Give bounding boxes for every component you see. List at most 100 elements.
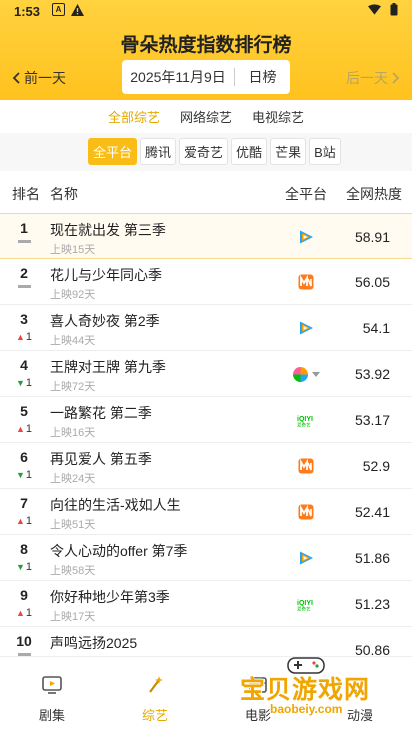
rank-up-arrow-icon: ▲ <box>15 424 25 434</box>
tencent-video-icon <box>300 321 313 335</box>
ranking-list: 1 现在就出发 第三季 上映15天 58.91 2 花儿与少年同心季 上映92天 56.05 3… <box>0 213 412 656</box>
rank-number: 4 <box>20 357 28 373</box>
show-title[interactable]: 王牌对王牌 第九季 <box>50 357 166 377</box>
rank-number: 2 <box>20 265 28 281</box>
tab-drama[interactable]: 剧集 <box>22 673 82 724</box>
rank-up-arrow-icon: ▲ <box>15 332 25 342</box>
rank-change-value: 1 <box>25 331 33 343</box>
platform-logo: iQIYI 爱奇艺 <box>296 595 316 613</box>
table-row[interactable]: 4 ▼ 1 王牌对王牌 第九季 上映72天 53.92 <box>0 351 412 397</box>
table-row[interactable]: 3 ▲ 1 喜人奇妙夜 第2季 上映44天 54.1 <box>0 305 412 351</box>
next-day-button[interactable]: 后一天 <box>346 68 400 88</box>
chevron-right-icon <box>392 72 400 84</box>
platform-chip-iqiyi[interactable]: 爱奇艺 <box>179 138 229 165</box>
rank-number: 7 <box>20 495 28 511</box>
show-title[interactable]: 喜人奇妙夜 第2季 <box>50 311 160 331</box>
rank-change: ▲ 1 <box>0 515 48 527</box>
tab-variety-label: 综艺 <box>141 708 168 723</box>
category-tab-tv[interactable]: 电视综艺 <box>252 107 304 126</box>
table-row[interactable]: 10 声鸣远扬2025 50.86 <box>0 627 412 656</box>
platform-logo: iQIYI 爱奇艺 <box>296 411 316 429</box>
show-title[interactable]: 现在就出发 第三季 <box>50 220 166 240</box>
magic-wand-icon <box>149 676 163 693</box>
days-since-release: 上映16天 <box>50 427 96 439</box>
header-platform[interactable]: 全平台 <box>285 184 327 204</box>
show-title[interactable]: 一路繁花 第二季 <box>50 403 152 423</box>
platform-logo <box>296 503 316 521</box>
category-tabs: 全部综艺 网络综艺 电视综艺 <box>0 100 412 133</box>
heat-score: 54.1 <box>362 320 390 336</box>
table-row[interactable]: 5 ▲ 1 一路繁花 第二季 上映16天 iQIYI 爱奇艺 53.17 <box>0 397 412 443</box>
rank-number: 6 <box>20 449 28 465</box>
table-row[interactable]: 6 ▼ 1 再见爱人 第五季 上映24天 52.9 <box>0 443 412 489</box>
header-heat: 全网热度 <box>346 186 402 202</box>
platform-chip-bilibili[interactable]: B站 <box>309 138 341 165</box>
svg-text:爱奇艺: 爱奇艺 <box>297 422 311 428</box>
date-selector[interactable]: 2025年11月9日 日榜 <box>122 60 290 94</box>
heat-score: 51.23 <box>354 596 390 612</box>
category-tab-all[interactable]: 全部综艺 <box>108 107 160 126</box>
rank-change: ▲ 1 <box>0 331 48 343</box>
page-title: 骨朵热度指数排行榜 <box>120 35 292 56</box>
watermark-url: baobeiy.com <box>270 702 343 716</box>
table-header: 排名 名称 全平台 全网热度 <box>0 171 412 213</box>
rank-change-value: 1 <box>25 561 33 573</box>
header-bar: 1:53 A 骨朵热度指数排行榜 前一天 2025年11月9日 日榜 后一天 <box>0 0 412 100</box>
show-title[interactable]: 向往的生活-戏如人生 <box>50 495 181 515</box>
mango-tv-icon <box>298 504 314 520</box>
platform-chip-all[interactable]: 全平台 <box>88 138 138 165</box>
wifi-icon <box>368 3 381 16</box>
next-day-label: 后一天 <box>346 70 388 86</box>
days-since-release: 上映58天 <box>50 565 96 577</box>
no-change-indicator <box>17 285 31 288</box>
rank-change-value: 1 <box>25 377 33 389</box>
period-value[interactable]: 日榜 <box>235 67 290 87</box>
tab-variety[interactable]: 综艺 <box>125 673 185 724</box>
table-row[interactable]: 1 现在就出发 第三季 上映15天 58.91 <box>0 213 412 259</box>
show-title[interactable]: 再见爱人 第五季 <box>50 449 152 469</box>
rank-up-arrow-icon: ▲ <box>15 516 25 526</box>
rank-number: 10 <box>16 633 32 649</box>
platform-logo <box>296 641 316 656</box>
multi-platform-indicator[interactable] <box>292 366 320 382</box>
show-title[interactable]: 花儿与少年同心季 <box>50 265 162 285</box>
table-row[interactable]: 2 花儿与少年同心季 上映92天 56.05 <box>0 259 412 305</box>
header-name: 名称 <box>50 186 78 202</box>
show-title[interactable]: 你好种地少年第3季 <box>50 587 170 607</box>
heat-score: 52.9 <box>362 458 390 474</box>
status-bar: 1:53 A <box>0 0 412 24</box>
platform-filter-bar: 全平台 腾讯 爱奇艺 优酷 芒果 B站 <box>0 133 412 171</box>
rank-change: ▼ 1 <box>0 377 48 389</box>
show-title[interactable]: 令人心动的offer 第7季 <box>50 541 187 561</box>
previous-day-button[interactable]: 前一天 <box>12 68 66 88</box>
rank-change: ▼ 1 <box>0 561 48 573</box>
expand-triangle-icon <box>311 371 320 377</box>
rank-number: 5 <box>20 403 28 419</box>
tv-icon <box>42 676 62 694</box>
heat-score: 53.92 <box>354 366 390 382</box>
rank-number: 3 <box>20 311 28 327</box>
platform-chip-youku[interactable]: 优酷 <box>231 138 268 165</box>
tab-drama-label: 剧集 <box>38 708 65 723</box>
iqiyi-icon: iQIYI爱奇艺 <box>297 416 313 428</box>
date-value[interactable]: 2025年11月9日 <box>122 67 234 87</box>
show-title[interactable]: 声鸣远扬2025 <box>50 633 137 653</box>
rank-change <box>0 285 48 288</box>
platform-chip-mango[interactable]: 芒果 <box>270 138 307 165</box>
header-rank: 排名 <box>12 186 40 202</box>
table-row[interactable]: 9 ▲ 1 你好种地少年第3季 上映17天 iQIYI 爱奇艺 51.23 <box>0 581 412 627</box>
multi-platform-icon <box>292 366 308 382</box>
table-row[interactable]: 7 ▲ 1 向往的生活-戏如人生 上映51天 52.41 <box>0 489 412 535</box>
previous-day-label: 前一天 <box>24 70 66 86</box>
table-row[interactable]: 8 ▼ 1 令人心动的offer 第7季 上映58天 51.86 <box>0 535 412 581</box>
rank-down-arrow-icon: ▼ <box>15 562 25 572</box>
rank-number: 8 <box>20 541 28 557</box>
days-since-release: 上映17天 <box>50 611 96 623</box>
category-tab-web[interactable]: 网络综艺 <box>180 107 232 126</box>
rank-number: 9 <box>20 587 28 603</box>
watermark: 宝贝游戏网 baobeiy.com <box>240 657 390 724</box>
heat-score: 52.41 <box>354 504 390 520</box>
rank-up-arrow-icon: ▲ <box>15 608 25 618</box>
platform-chip-tencent[interactable]: 腾讯 <box>140 138 177 165</box>
tencent-video-icon <box>300 230 313 244</box>
